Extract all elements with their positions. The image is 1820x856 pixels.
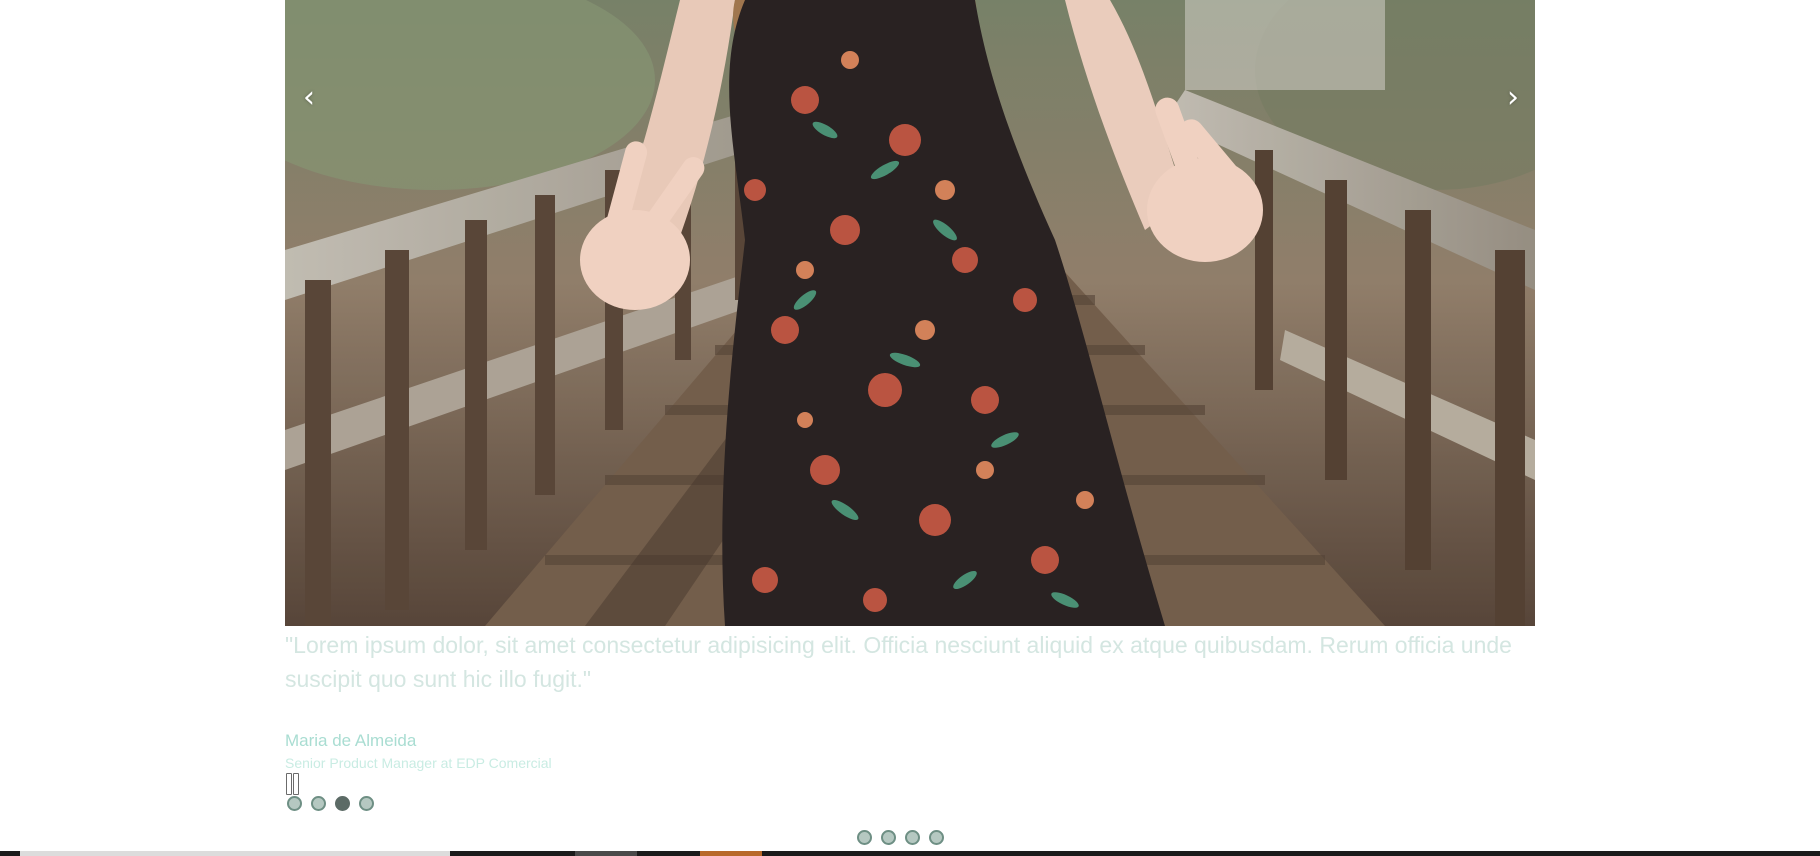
secondary-dot-4[interactable] bbox=[929, 830, 944, 845]
testimonial-carousel: ‹ › bbox=[285, 0, 1535, 626]
pause-icon-bar bbox=[293, 773, 299, 795]
strip-segment bbox=[575, 851, 637, 856]
strip-segment bbox=[700, 851, 762, 856]
testimonial-author-title: Senior Product Manager at EDP Comercial bbox=[285, 755, 552, 771]
pause-button[interactable] bbox=[285, 772, 301, 796]
strip-segment bbox=[20, 851, 450, 856]
secondary-dot-2[interactable] bbox=[881, 830, 896, 845]
next-section-edge bbox=[0, 851, 1820, 856]
pause-icon bbox=[286, 773, 292, 795]
carousel-pagination bbox=[287, 796, 374, 811]
carousel-dot-4[interactable] bbox=[359, 796, 374, 811]
carousel-dot-3-active[interactable] bbox=[335, 796, 350, 811]
testimonial-author-name: Maria de Almeida bbox=[285, 731, 417, 750]
secondary-dot-3[interactable] bbox=[905, 830, 920, 845]
chevron-left-icon[interactable]: ‹ bbox=[303, 78, 315, 118]
testimonial-photo bbox=[285, 0, 1535, 626]
carousel-dot-1[interactable] bbox=[287, 796, 302, 811]
testimonial-quote: "Lorem ipsum dolor, sit amet consectetur… bbox=[285, 632, 1512, 692]
chevron-right-icon[interactable]: › bbox=[1507, 78, 1519, 118]
secondary-dot-1[interactable] bbox=[857, 830, 872, 845]
carousel-dot-2[interactable] bbox=[311, 796, 326, 811]
secondary-pagination bbox=[857, 830, 944, 845]
